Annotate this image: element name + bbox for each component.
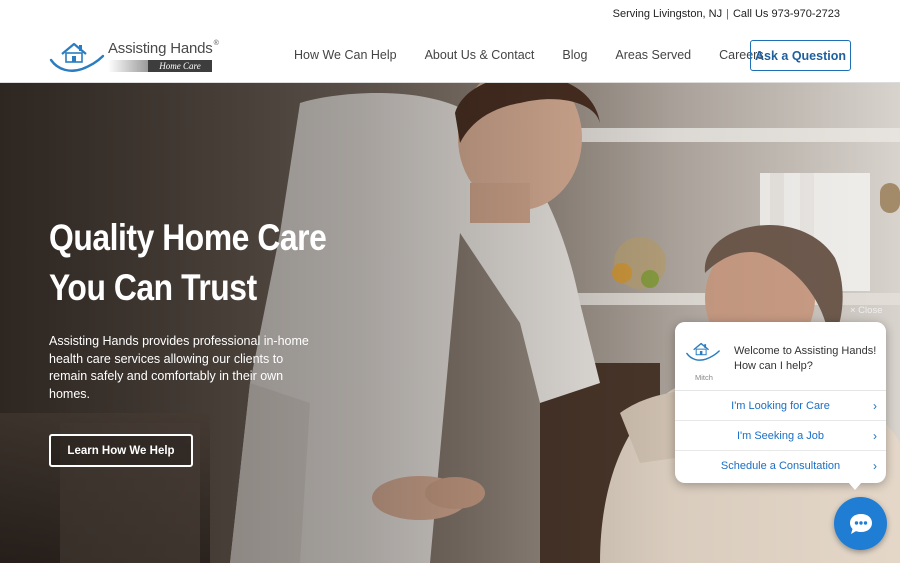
chevron-right-icon: › — [873, 459, 877, 473]
chevron-right-icon: › — [873, 399, 877, 413]
house-hands-icon — [49, 42, 105, 72]
phone-link[interactable]: Call Us 973-970-2723 — [733, 8, 840, 20]
hero-title: Quality Home Care You Can Trust — [49, 213, 333, 313]
chat-bubble-icon — [849, 513, 872, 534]
hero-description: Assisting Hands provides professional in… — [49, 334, 309, 401]
service-area-text: Serving Livingston, NJ — [612, 8, 723, 20]
chat-welcome-message: Welcome to Assisting Hands! How can I he… — [734, 345, 877, 372]
site-logo[interactable]: Assisting Hands® Home Care — [48, 34, 223, 76]
ask-a-question-button[interactable]: Ask a Question — [750, 40, 851, 71]
hero-title-line-2: You Can Trust — [49, 267, 257, 308]
nav-about-us-contact[interactable]: About Us & Contact — [425, 48, 535, 62]
nav-how-we-can-help[interactable]: How We Can Help — [294, 48, 397, 62]
learn-how-we-help-button[interactable]: Learn How We Help — [49, 434, 193, 467]
chat-option-label: I'm Looking for Care — [731, 399, 830, 412]
chat-popup: Mitch Welcome to Assisting Hands! How ca… — [675, 322, 886, 483]
house-hands-icon — [686, 342, 720, 361]
chat-popup-pointer — [848, 482, 862, 490]
chat-launcher-button[interactable] — [834, 497, 887, 550]
chat-option-seeking-job[interactable]: I'm Seeking a Job › — [675, 421, 886, 451]
chevron-right-icon: › — [873, 429, 877, 443]
logo-wordmark: Assisting Hands® — [108, 40, 219, 57]
chat-option-label: Schedule a Consultation — [720, 460, 841, 472]
chat-agent-name: Mitch — [695, 373, 713, 382]
logo-gradient-bar — [108, 60, 148, 72]
nav-areas-served[interactable]: Areas Served — [615, 48, 691, 62]
main-nav: How We Can Help About Us & Contact Blog … — [294, 40, 792, 70]
site-header: Serving Livingston, NJ | Call Us 973-970-2… — [0, 0, 900, 83]
chat-option-looking-for-care[interactable]: I'm Looking for Care › — [675, 391, 886, 421]
nav-blog[interactable]: Blog — [562, 48, 587, 62]
chat-option-schedule-consultation[interactable]: Schedule a Consultation › — [675, 451, 886, 481]
chat-header: Mitch Welcome to Assisting Hands! How ca… — [675, 322, 886, 391]
chat-close-button[interactable]: × Close — [850, 305, 882, 316]
topbar: Serving Livingston, NJ | Call Us 973-970-2… — [613, 8, 840, 20]
topbar-separator: | — [726, 8, 729, 20]
chat-option-label: I'm Seeking a Job — [736, 429, 825, 442]
logo-subtitle: Home Care — [148, 60, 212, 72]
hero-title-line-1: Quality Home Care — [49, 217, 327, 258]
